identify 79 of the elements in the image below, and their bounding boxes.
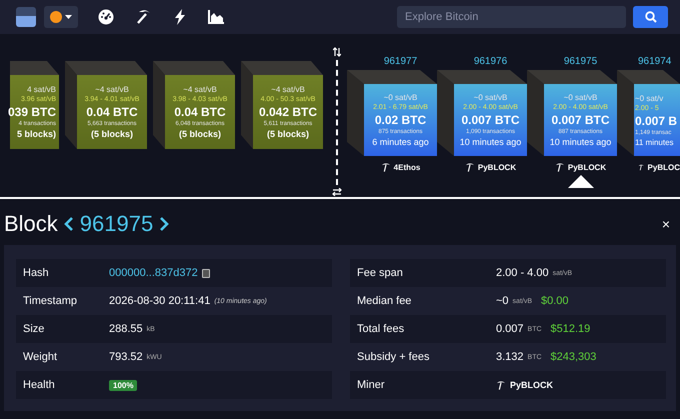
pickaxe-icon [464, 162, 475, 173]
miner-name[interactable]: PyBLOCK [510, 380, 554, 390]
field-label: Median fee [356, 295, 412, 307]
gauge-icon[interactable] [98, 9, 114, 25]
field-label: Hash [22, 267, 50, 279]
block-title: Block [4, 211, 58, 237]
block-eta: (5 blocks) [266, 129, 309, 139]
block-eta: (5 blocks) [90, 129, 133, 139]
miner-name: PyBLOCK [568, 163, 606, 172]
field-value: 2026-08-30 20:11:41 [109, 295, 210, 307]
miner-name: PyBLOC [648, 163, 680, 172]
fee-rate: ~4 sat/vB [183, 85, 217, 94]
search-icon [644, 11, 656, 23]
fee-rate: 4 sat/vB [27, 85, 56, 94]
lightning-icon[interactable] [174, 9, 186, 25]
block-size: 039 BTC [8, 105, 56, 119]
miner-name: PyBLOCK [478, 163, 516, 172]
fee-rate: ~0 sat/vB [564, 93, 598, 102]
swap-horizontal-icon[interactable] [332, 188, 342, 196]
chart-icon[interactable] [208, 10, 224, 24]
pickaxe-icon [380, 162, 391, 173]
cube-top-face [10, 61, 59, 75]
fee-rate: ~0 sat/vB [474, 93, 508, 102]
field-label: Fee span [356, 267, 404, 279]
block-size: 0.007 B [635, 114, 678, 128]
block-size: 0.04 BTC [174, 105, 226, 119]
field-value: 793.52 [109, 351, 143, 363]
block-age: 11 minutes [635, 138, 674, 146]
block-size: 0.042 BTC [258, 105, 318, 119]
fiat-value: $0.00 [541, 295, 569, 307]
block-size: 0.007 BTC [551, 113, 610, 127]
hash-link[interactable]: 000000...837d372 [109, 267, 198, 279]
pickaxe-icon [554, 162, 565, 173]
block-height-link[interactable]: 961975 [544, 56, 617, 70]
block-height-link[interactable]: 961977 [364, 56, 437, 70]
caret-icon [65, 14, 72, 20]
fiat-value: $512.19 [550, 323, 590, 335]
field-label: Timestamp [22, 295, 78, 307]
field-label: Subsidy + fees [356, 351, 430, 363]
block-size: 0.02 BTC [374, 113, 426, 127]
field-label: Miner [356, 379, 386, 391]
block-height-link[interactable]: 961974 [634, 56, 680, 70]
next-chevron-icon[interactable] [159, 216, 170, 232]
copy-icon[interactable] [202, 268, 210, 278]
block-eta: 5 blocks) [16, 129, 56, 139]
block-height-link[interactable]: 961976 [454, 56, 527, 70]
close-button[interactable]: × [660, 216, 672, 232]
block-eta: (5 blocks) [178, 129, 221, 139]
fiat-value: $243,303 [550, 351, 596, 363]
fee-rate: ~0 sat/vB [384, 93, 418, 102]
pickaxe-icon [638, 162, 645, 173]
block-size: 0.007 BTC [461, 113, 520, 127]
fee-rate: ~4 sat/vB [271, 85, 305, 94]
block-age: 10 minutes ago [550, 137, 612, 147]
field-label: Health [22, 379, 56, 391]
pickaxe-icon [496, 380, 506, 390]
field-value: 0.007 [496, 323, 524, 335]
logo-icon[interactable] [16, 7, 36, 27]
fee-rate: ~0 sat/v [635, 94, 664, 102]
health-badge: 100% [109, 380, 138, 390]
field-label: Total fees [356, 323, 406, 335]
field-value: 2.00 - 4.00 [496, 267, 549, 279]
field-value: 3.132 [496, 351, 524, 363]
network-dropdown[interactable] [44, 6, 78, 28]
fee-rate: ~4 sat/vB [95, 85, 129, 94]
bitcoin-icon [50, 11, 62, 23]
miner-name: 4Ethos [394, 163, 420, 172]
search-button[interactable] [633, 6, 668, 28]
field-value: 288.55 [109, 323, 143, 335]
field-label: Weight [22, 351, 58, 363]
field-label: Size [22, 323, 46, 335]
block-age: 6 minutes ago [372, 137, 429, 147]
search-field[interactable]: Explore Bitcoin [397, 6, 626, 28]
previous-chevron-icon[interactable] [64, 216, 74, 232]
swap-vertical-icon[interactable] [333, 47, 341, 57]
block-size: 0.04 BTC [86, 105, 138, 119]
field-value: ~0 [496, 295, 509, 307]
block-height: 961975 [80, 211, 154, 237]
block-age: 10 minutes ago [460, 137, 522, 147]
